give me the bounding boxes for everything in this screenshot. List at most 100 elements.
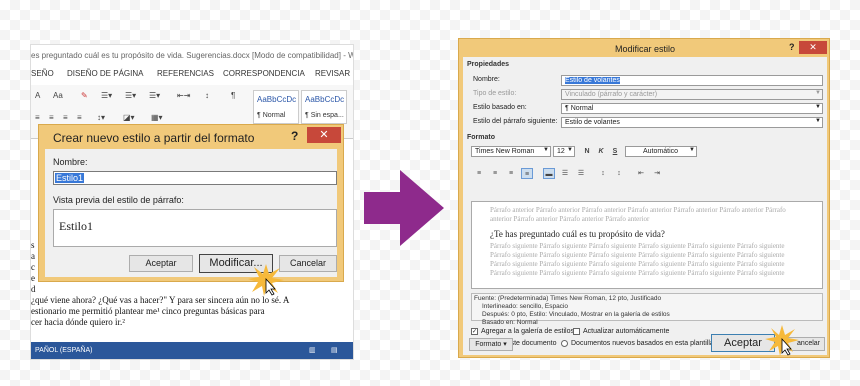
help-button[interactable]: ? [789,42,795,52]
help-button[interactable]: ? [291,129,298,143]
align-right-icon[interactable]: ≡ [505,168,517,179]
properties-section: Propiedades [467,61,510,68]
auto-update-checkbox[interactable] [573,328,580,335]
size-value: 12 [557,148,565,155]
add-gallery-checkbox[interactable]: ✓ [471,328,478,335]
tab-revisar[interactable]: REVISAR [315,69,350,78]
shading-icon[interactable]: ◪▾ [123,113,135,122]
print-layout-icon[interactable]: ▤ [331,346,338,354]
cancel-button[interactable]: Cancelar [279,255,337,272]
based-on-select[interactable]: ¶ Normal ▼ [561,103,823,114]
new-docs-radio[interactable] [561,340,568,347]
read-mode-icon[interactable]: ▥ [309,346,316,354]
preview-main-text: ¿Te has preguntado cuál es tu propósito … [490,229,665,239]
bold-button[interactable]: N [581,146,593,157]
clear-format-icon[interactable]: ✎ [81,91,88,100]
style-label: ¶ Normal [257,112,286,119]
line-spacing-single-icon[interactable]: ▬ [543,168,555,179]
preview-label: Vista previa del estilo de párrafo: [53,195,184,205]
style-preview-box: Párrafo anterior Párrafo anterior Párraf… [471,201,823,289]
close-button[interactable]: ✕ [799,41,827,54]
auto-update-label: Actualizar automáticamente [583,328,670,335]
font-color-select[interactable]: Automático ▼ [625,146,697,157]
numbering-icon[interactable]: ☰▾ [125,91,136,100]
line-spacing-icon[interactable]: ↕▾ [97,113,105,122]
align-left-icon[interactable]: ≡ [35,113,40,122]
doc-line: d [31,284,36,294]
justify-icon[interactable]: ≡ [77,113,82,122]
bullets-icon[interactable]: ☰▾ [101,91,112,100]
doc-line: cer hacia dónde quiero ir.² [31,317,125,327]
style-preview-box: Estilo1 [53,209,337,247]
tab-disenio[interactable]: SEÑO [31,69,54,78]
font-size-select[interactable]: 12 ▼ [553,146,575,157]
next-style-label: Estilo del párrafo siguiente: [473,118,558,125]
description-line: Interlineado: sencillo, Espacio [482,303,568,310]
click-burst-icon [765,325,799,356]
style-preview: AaBbCcDc [257,95,297,104]
description-line: Después: 0 pto, Estilo: Vinculado, Mostr… [482,311,670,318]
doc-line: estionario me permitió plantear me¹ cinc… [31,306,265,316]
status-bar: PAÑOL (ESPAÑA) ▥ ▤ [31,342,353,359]
style-preview: AaBbCcDc [305,95,345,104]
preview-previous-paragraph: Párrafo anterior Párrafo anterior Párraf… [490,206,786,223]
ok-button[interactable]: Aceptar [129,255,193,272]
tab-correspondencia[interactable]: CORRESPONDENCIA [223,69,305,78]
dialog-body: Propiedades Nombre: Estilo de volantes T… [463,57,827,355]
tab-diseno-pagina[interactable]: DISEÑO DE PÁGINA [67,69,143,78]
chevron-down-icon: ▼ [567,147,573,153]
underline-button[interactable]: S [609,146,621,157]
align-right-icon[interactable]: ≡ [63,113,68,122]
font-select[interactable]: Times New Roman ▼ [471,146,551,157]
space-before-icon[interactable]: ↕ [597,168,609,179]
name-input[interactable]: Estilo1 [53,171,337,185]
tab-referencias[interactable]: REFERENCIAS [157,69,214,78]
next-style-select[interactable]: Estilo de volantes ▼ [561,117,823,128]
new-docs-label: Documentos nuevos basados en esta planti… [571,340,714,347]
ribbon-tabs: SEÑO DISEÑO DE PÁGINA REFERENCIAS CORRES… [31,67,353,81]
add-gallery-label: Agregar a la galería de estilos [481,328,574,335]
space-after-icon[interactable]: ↕ [613,168,625,179]
line-spacing-double-icon[interactable]: ☰ [575,168,587,179]
line-spacing-1-5-icon[interactable]: ☰ [559,168,571,179]
type-value: Vinculado (párrafo y carácter) [565,91,658,98]
name-label: Nombre: [473,76,500,83]
italic-button[interactable]: K [595,146,607,157]
type-label: Tipo de estilo: [473,90,517,97]
next-style-value: Estilo de volantes [565,119,620,126]
align-center-icon[interactable]: ≡ [489,168,501,179]
name-value: Estilo de volantes [565,77,620,84]
multilevel-icon[interactable]: ☰▾ [149,91,160,100]
dialog-title: Crear nuevo estilo a partir del formato [53,131,255,145]
click-burst-icon [248,264,284,296]
style-sin-espaciado[interactable]: AaBbCcDc ¶ Sin espa... [301,90,347,124]
preview-next-paragraph: Párrafo siguiente Párrafo siguiente Párr… [490,242,785,277]
justify-icon[interactable]: ≡ [521,168,533,179]
style-description: Fuente: (Predeterminada) Times New Roman… [471,293,823,326]
doc-line: ¿qué viene ahora? ¿Qué vas a hacer?" Y p… [31,295,290,305]
font-grow-button[interactable]: A [35,91,40,100]
change-case-button[interactable]: Aa [53,91,63,100]
based-on-value: ¶ Normal [565,105,594,112]
borders-icon[interactable]: ▦▾ [151,113,163,122]
chevron-down-icon: ▼ [815,90,821,96]
increase-indent-icon[interactable]: ⇥ [651,168,663,179]
language-status[interactable]: PAÑOL (ESPAÑA) [35,347,92,354]
style-label: ¶ Sin espa... [305,112,344,119]
style-normal[interactable]: AaBbCcDc ¶ Normal [253,90,299,124]
style-type-select[interactable]: Vinculado (párrafo y carácter) ▼ [561,89,823,100]
name-input[interactable]: Estilo de volantes [561,75,823,86]
decrease-indent-icon[interactable]: ⇤ [635,168,647,179]
based-on-label: Estilo basado en: [473,104,527,111]
align-left-icon[interactable]: ≡ [473,168,485,179]
name-value: Estilo1 [55,173,85,183]
pilcrow-icon[interactable]: ¶ [231,91,235,100]
align-center-icon[interactable]: ≡ [49,113,54,122]
chevron-down-icon: ▼ [815,104,821,110]
format-button[interactable]: Formato ▾ [469,338,513,351]
indent-icon[interactable]: ⇤⇥ [177,91,190,100]
format-section: Formato [467,134,495,141]
close-button[interactable]: ✕ [307,127,341,143]
sort-icon[interactable]: ↕ [205,91,209,100]
chevron-down-icon: ▼ [543,147,549,153]
